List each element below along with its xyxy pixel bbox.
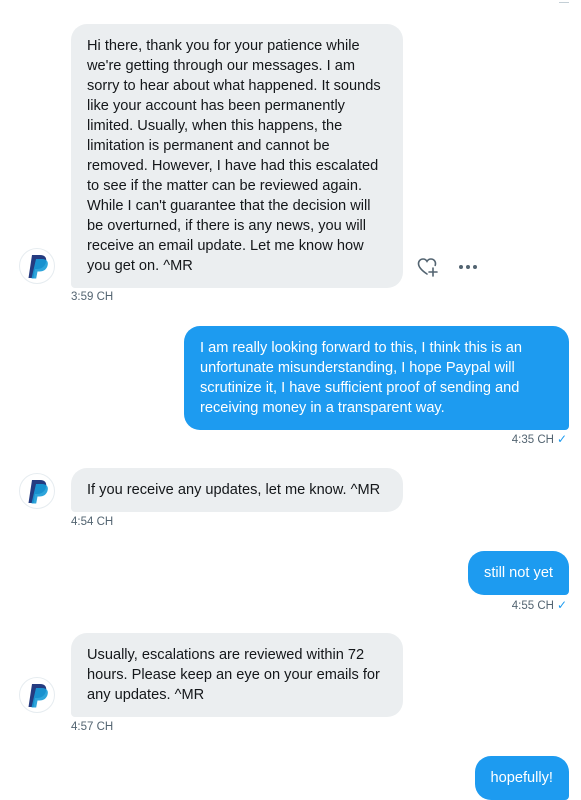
- top-edge-divider: [559, 0, 569, 3]
- dm-conversation: Hi there, thank you for your patience wh…: [0, 0, 581, 800]
- message-timestamp: 4:54 CH: [71, 516, 114, 528]
- message-bubble-incoming[interactable]: If you receive any updates, let me know.…: [71, 468, 403, 512]
- timestamp-text: 4:55 CH: [511, 600, 554, 612]
- message-bubble-incoming[interactable]: Usually, escalations are reviewed within…: [71, 633, 403, 717]
- react-button[interactable]: [415, 254, 441, 280]
- more-horizontal-icon: [459, 265, 477, 269]
- checkmark-icon: ✓: [556, 598, 567, 612]
- heart-plus-icon: [417, 258, 438, 277]
- paypal-avatar[interactable]: [19, 248, 55, 284]
- paypal-logo-icon: [28, 255, 48, 279]
- checkmark-icon: ✓: [556, 432, 567, 446]
- timestamp-text: 4:35 CH: [511, 434, 554, 446]
- message-timestamp: 3:59 CH: [71, 291, 114, 303]
- message-timestamp: 4:57 CH: [71, 721, 114, 733]
- paypal-logo-icon: [28, 684, 48, 708]
- message-bubble-incoming[interactable]: Hi there, thank you for your patience wh…: [71, 24, 403, 288]
- paypal-logo-icon: [28, 480, 48, 504]
- message-bubble-outgoing[interactable]: still not yet: [468, 551, 569, 595]
- message-timestamp: 4:55 CH ✓: [512, 598, 567, 613]
- message-bubble-outgoing[interactable]: I am really looking forward to this, I t…: [184, 326, 569, 430]
- paypal-avatar[interactable]: [19, 677, 55, 713]
- message-bubble-outgoing[interactable]: hopefully!: [474, 756, 569, 800]
- message-timestamp: 4:35 CH ✓: [512, 432, 567, 447]
- paypal-avatar[interactable]: [19, 473, 55, 509]
- more-button[interactable]: [455, 254, 481, 280]
